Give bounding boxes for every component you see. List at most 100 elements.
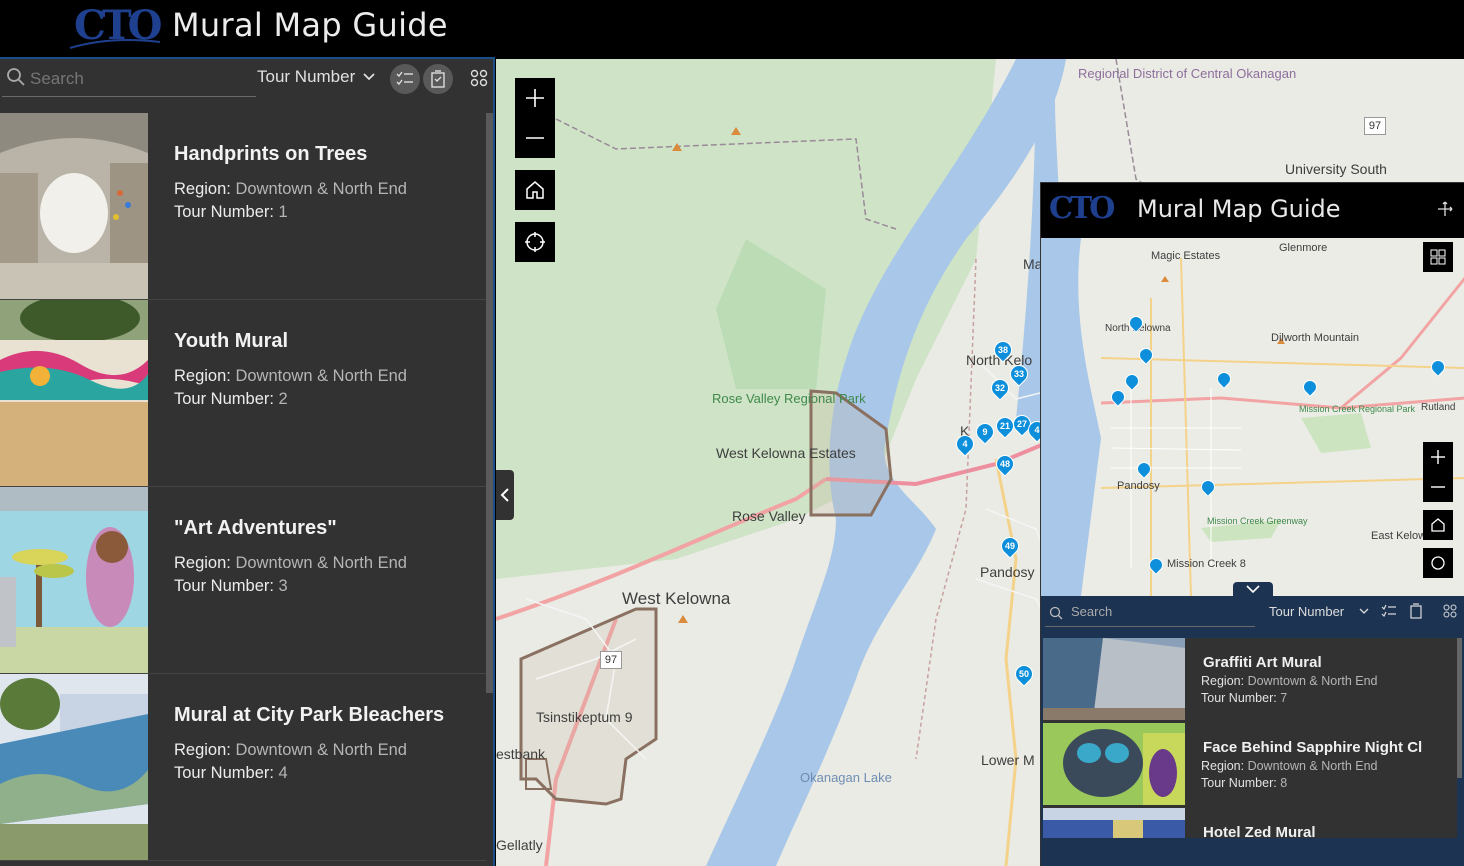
list-toolbar: Tour Number [0,57,493,113]
mobile-zoom-controls [1423,442,1453,502]
mobile-panel-toggle[interactable] [1233,582,1273,596]
list-item[interactable]: "Art Adventures" Region: Downtown & Nort… [0,487,486,674]
tour-line: Tour Number: 8 [1201,776,1288,790]
clear-selection-button[interactable] [423,64,453,94]
mural-thumbnail [0,300,148,486]
search-input[interactable] [30,65,250,93]
mobile-locate-button[interactable] [1423,548,1453,578]
mobile-toolbar: Search Tour Number [1041,596,1464,636]
collapse-panel-button[interactable] [496,470,514,520]
map-zoom-controls [515,78,555,158]
home-icon [1431,518,1445,532]
locate-button[interactable] [515,222,555,262]
mural-list[interactable]: Handprints on Trees Region: Downtown & N… [0,113,486,866]
tour-line: Tour Number: 2 [174,390,288,408]
list-item[interactable]: Face Behind Sapphire Night Cl Region: Do… [1043,723,1457,808]
list-item[interactable]: Youth Mural Region: Downtown & North End… [0,300,486,487]
highway-shield: 97 [600,651,622,669]
zoom-in-icon [526,89,544,107]
zoom-out-icon [1431,486,1445,488]
mural-title: Handprints on Trees [174,143,368,165]
mobile-home-button[interactable] [1423,510,1453,540]
mobile-grid-button[interactable] [1423,242,1453,272]
highway-shield: 97 [1364,117,1386,135]
expand-icon[interactable] [1437,201,1453,217]
mobile-zoom-in-button[interactable] [1423,442,1453,472]
mobile-map-label: Rutland [1421,402,1456,413]
tour-line: Tour Number: 1 [174,203,288,221]
map-label: Okanagan Lake [800,770,892,785]
mobile-map-label: Mission Creek Greenway [1207,516,1308,526]
region-line: Region: Downtown & North End [1201,759,1378,773]
mural-thumbnail [0,487,148,673]
mural-title: Mural at City Park Bleachers [174,704,445,726]
map-label: Gellatly [496,837,543,853]
mural-thumbnail [0,113,148,299]
region-line: Region: Downtown & North End [174,554,407,572]
mural-title: Youth Mural [174,330,289,352]
list-item[interactable]: Mural at City Park Bleachers Region: Dow… [0,674,486,861]
region-line: Region: Downtown & North End [174,180,407,198]
zoom-out-button[interactable] [515,118,555,158]
list-item[interactable]: Hotel Zed Mural [1043,808,1457,838]
mobile-list-scrollbar[interactable] [1457,638,1462,778]
chevron-down-icon [363,73,375,81]
mobile-map-label: Magic Estates [1151,250,1221,262]
mural-thumbnail [1043,808,1185,838]
mobile-list-panel: Search Tour Number Graffiti Art Mural Re… [1041,596,1464,866]
chevron-down-icon [1246,585,1260,594]
mobile-search-input[interactable]: Search [1071,604,1112,619]
list-item[interactable]: Graffiti Art Mural Region: Downtown & No… [1043,638,1457,723]
tour-line: Tour Number: 7 [1201,691,1288,705]
mobile-map-label: Pandosy [1117,480,1160,492]
region-line: Region: Downtown & North End [174,367,407,385]
search-icon [7,68,25,86]
mural-title: Hotel Zed Mural [1203,824,1316,838]
clear-selection-icon [431,70,445,88]
select-all-icon [396,71,413,86]
region-line: Region: Downtown & North End [174,741,407,759]
tour-line: Tour Number: 4 [174,764,288,782]
clear-selection-icon[interactable] [1409,603,1423,619]
map-label: West Kelowna [622,589,731,608]
list-scrollbar[interactable] [486,113,493,693]
grid-view-icon [1430,249,1446,265]
chevron-left-icon [500,488,509,502]
chevron-down-icon [1359,608,1369,614]
map-label: Rose Valley Regional Park [712,391,866,406]
sort-label: Tour Number [257,67,356,86]
map-label: estbank [496,746,546,762]
mobile-mural-list[interactable]: Graffiti Art Mural Region: Downtown & No… [1043,638,1457,838]
mobile-map-label: Mission Creek 8 [1167,558,1246,570]
mobile-app-title: Mural Map Guide [1137,195,1341,223]
map-label: Rose Valley [732,508,806,524]
sort-select[interactable]: Tour Number [257,67,375,87]
home-button[interactable] [515,170,555,210]
search-underline [1045,626,1255,627]
list-item[interactable]: Handprints on Trees Region: Downtown & N… [0,113,486,300]
locate-icon [1431,556,1445,570]
locate-icon [525,232,545,252]
mobile-map[interactable]: Glenmore Magic Estates North Kelowna Dil… [1041,238,1464,596]
tour-line: Tour Number: 3 [174,577,288,595]
mobile-sort-select[interactable]: Tour Number [1269,604,1344,619]
map-view[interactable]: Regional District of Central Okanagan Un… [496,59,1464,866]
select-all-icon[interactable] [1381,604,1397,618]
grid-view-icon[interactable] [470,69,488,87]
app-header: CTO Mural Map Guide [0,0,1464,57]
mural-list-panel: Tour Number [0,57,495,866]
mobile-header: CTO Mural Map Guide [1041,183,1464,238]
mural-title: Graffiti Art Mural [1203,654,1322,671]
zoom-out-icon [526,137,544,139]
mobile-cto-logo: CTO [1049,191,1115,226]
select-all-button[interactable] [390,64,420,94]
zoom-in-button[interactable] [515,78,555,118]
map-label: Tsinstikeptum 9 [536,709,633,725]
map-label: Pandosy [980,564,1035,580]
mobile-zoom-out-button[interactable] [1423,472,1453,502]
search-underline [2,96,256,97]
mobile-map-label: Dilworth Mountain [1271,332,1360,344]
map-label: Regional District of Central Okanagan [1078,66,1297,81]
mural-thumbnail [1043,638,1185,720]
grid-view-icon[interactable] [1443,604,1457,618]
